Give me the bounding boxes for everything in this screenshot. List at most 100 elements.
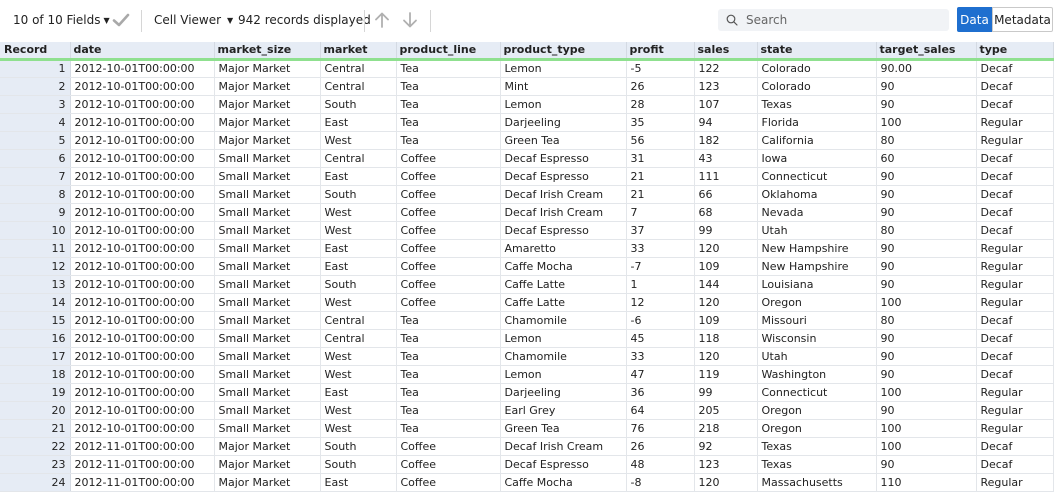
table-cell[interactable]: Decaf <box>976 203 1054 222</box>
table-cell[interactable]: Coffee <box>396 473 501 492</box>
table-cell[interactable]: Coffee <box>396 257 501 276</box>
table-cell[interactable]: Regular <box>976 113 1054 132</box>
table-cell[interactable]: Darjeeling <box>500 113 627 132</box>
table-cell[interactable]: 2012-10-01T00:00:00 <box>70 257 215 276</box>
table-cell[interactable]: Coffee <box>396 149 501 168</box>
record-number[interactable]: 2 <box>0 77 71 96</box>
table-cell[interactable]: Decaf <box>976 365 1054 384</box>
record-number[interactable]: 24 <box>0 473 71 492</box>
table-cell[interactable]: Small Market <box>214 239 321 258</box>
table-cell[interactable]: Major Market <box>214 77 321 96</box>
table-cell[interactable]: Tea <box>396 59 501 78</box>
table-cell[interactable]: South <box>320 437 397 456</box>
table-cell[interactable]: Lemon <box>500 329 627 348</box>
table-cell[interactable]: Central <box>320 329 397 348</box>
table-cell[interactable]: West <box>320 131 397 150</box>
table-cell[interactable]: 90 <box>876 167 977 186</box>
table-cell[interactable]: 26 <box>626 437 695 456</box>
record-number[interactable]: 5 <box>0 131 71 150</box>
table-cell[interactable]: Small Market <box>214 257 321 276</box>
table-cell[interactable]: 43 <box>694 149 758 168</box>
table-cell[interactable]: Central <box>320 59 397 78</box>
table-row[interactable]: 23 2012-11-01T00:00:00 Major Market South Co… <box>0 455 1054 474</box>
table-cell[interactable]: Small Market <box>214 347 321 366</box>
table-cell[interactable]: Oregon <box>757 401 877 420</box>
table-cell[interactable]: South <box>320 95 397 114</box>
table-cell[interactable]: Coffee <box>396 185 501 204</box>
table-cell[interactable]: Decaf Irish Cream <box>500 203 627 222</box>
table-cell[interactable]: 144 <box>694 275 758 294</box>
table-cell[interactable]: Decaf Espresso <box>500 149 627 168</box>
table-cell[interactable]: Tea <box>396 131 501 150</box>
table-cell[interactable]: 76 <box>626 419 695 438</box>
table-cell[interactable]: 90 <box>876 455 977 474</box>
table-cell[interactable]: Tea <box>396 77 501 96</box>
table-cell[interactable]: West <box>320 365 397 384</box>
table-cell[interactable]: 90 <box>876 257 977 276</box>
table-cell[interactable]: Coffee <box>396 275 501 294</box>
table-cell[interactable]: Major Market <box>214 131 321 150</box>
table-cell[interactable]: Tea <box>396 113 501 132</box>
table-cell[interactable]: Small Market <box>214 221 321 240</box>
table-cell[interactable]: New Hampshire <box>757 239 877 258</box>
table-cell[interactable]: Coffee <box>396 203 501 222</box>
search-box[interactable] <box>718 9 949 31</box>
table-cell[interactable]: 2012-10-01T00:00:00 <box>70 275 215 294</box>
table-cell[interactable]: Texas <box>757 437 877 456</box>
table-row[interactable]: 12 2012-10-01T00:00:00 Small Market East Cof… <box>0 257 1054 276</box>
table-cell[interactable]: 109 <box>694 257 758 276</box>
table-cell[interactable]: 120 <box>694 239 758 258</box>
table-cell[interactable]: 1 <box>626 275 695 294</box>
table-cell[interactable]: Small Market <box>214 149 321 168</box>
table-cell[interactable]: Coffee <box>396 293 501 312</box>
table-cell[interactable]: Decaf <box>976 437 1054 456</box>
table-cell[interactable]: East <box>320 383 397 402</box>
table-cell[interactable]: Utah <box>757 221 877 240</box>
table-cell[interactable]: 90 <box>876 275 977 294</box>
column-header-profit[interactable]: profit <box>626 42 695 61</box>
table-cell[interactable]: Chamomile <box>500 347 627 366</box>
table-cell[interactable]: Small Market <box>214 329 321 348</box>
table-cell[interactable]: East <box>320 473 397 492</box>
record-number[interactable]: 3 <box>0 95 71 114</box>
table-cell[interactable]: West <box>320 401 397 420</box>
table-cell[interactable]: 90 <box>876 401 977 420</box>
table-cell[interactable]: 31 <box>626 149 695 168</box>
table-cell[interactable]: Washington <box>757 365 877 384</box>
table-cell[interactable]: East <box>320 239 397 258</box>
table-cell[interactable]: 2012-10-01T00:00:00 <box>70 185 215 204</box>
table-cell[interactable]: 56 <box>626 131 695 150</box>
table-cell[interactable]: Decaf Espresso <box>500 455 627 474</box>
table-cell[interactable]: -5 <box>626 59 695 78</box>
table-cell[interactable]: Caffe Mocha <box>500 473 627 492</box>
table-cell[interactable]: 48 <box>626 455 695 474</box>
table-cell[interactable]: Decaf <box>976 221 1054 240</box>
table-cell[interactable]: Coffee <box>396 455 501 474</box>
table-cell[interactable]: Small Market <box>214 401 321 420</box>
table-cell[interactable]: Missouri <box>757 311 877 330</box>
table-cell[interactable]: Tea <box>396 383 501 402</box>
table-cell[interactable]: Massachusetts <box>757 473 877 492</box>
column-header-record[interactable]: Record <box>0 42 71 61</box>
table-cell[interactable]: Coffee <box>396 167 501 186</box>
table-cell[interactable]: Small Market <box>214 275 321 294</box>
table-cell[interactable]: 90 <box>876 347 977 366</box>
table-cell[interactable]: 182 <box>694 131 758 150</box>
record-number[interactable]: 13 <box>0 275 71 294</box>
table-cell[interactable]: 80 <box>876 311 977 330</box>
table-row[interactable]: 13 2012-10-01T00:00:00 Small Market South Co… <box>0 275 1054 294</box>
table-row[interactable]: 5 2012-10-01T00:00:00 Major Market West Tea G… <box>0 131 1054 150</box>
table-cell[interactable]: East <box>320 167 397 186</box>
table-cell[interactable]: Connecticut <box>757 167 877 186</box>
table-cell[interactable]: 45 <box>626 329 695 348</box>
column-header-market[interactable]: market <box>320 42 397 61</box>
column-header-date[interactable]: date <box>70 42 215 61</box>
table-cell[interactable]: 99 <box>694 221 758 240</box>
table-cell[interactable]: West <box>320 293 397 312</box>
table-row[interactable]: 2 2012-10-01T00:00:00 Major Market Central T… <box>0 77 1054 96</box>
table-cell[interactable]: 2012-10-01T00:00:00 <box>70 383 215 402</box>
record-number[interactable]: 15 <box>0 311 71 330</box>
table-cell[interactable]: 66 <box>694 185 758 204</box>
table-cell[interactable]: Texas <box>757 455 877 474</box>
table-cell[interactable]: 99 <box>694 383 758 402</box>
